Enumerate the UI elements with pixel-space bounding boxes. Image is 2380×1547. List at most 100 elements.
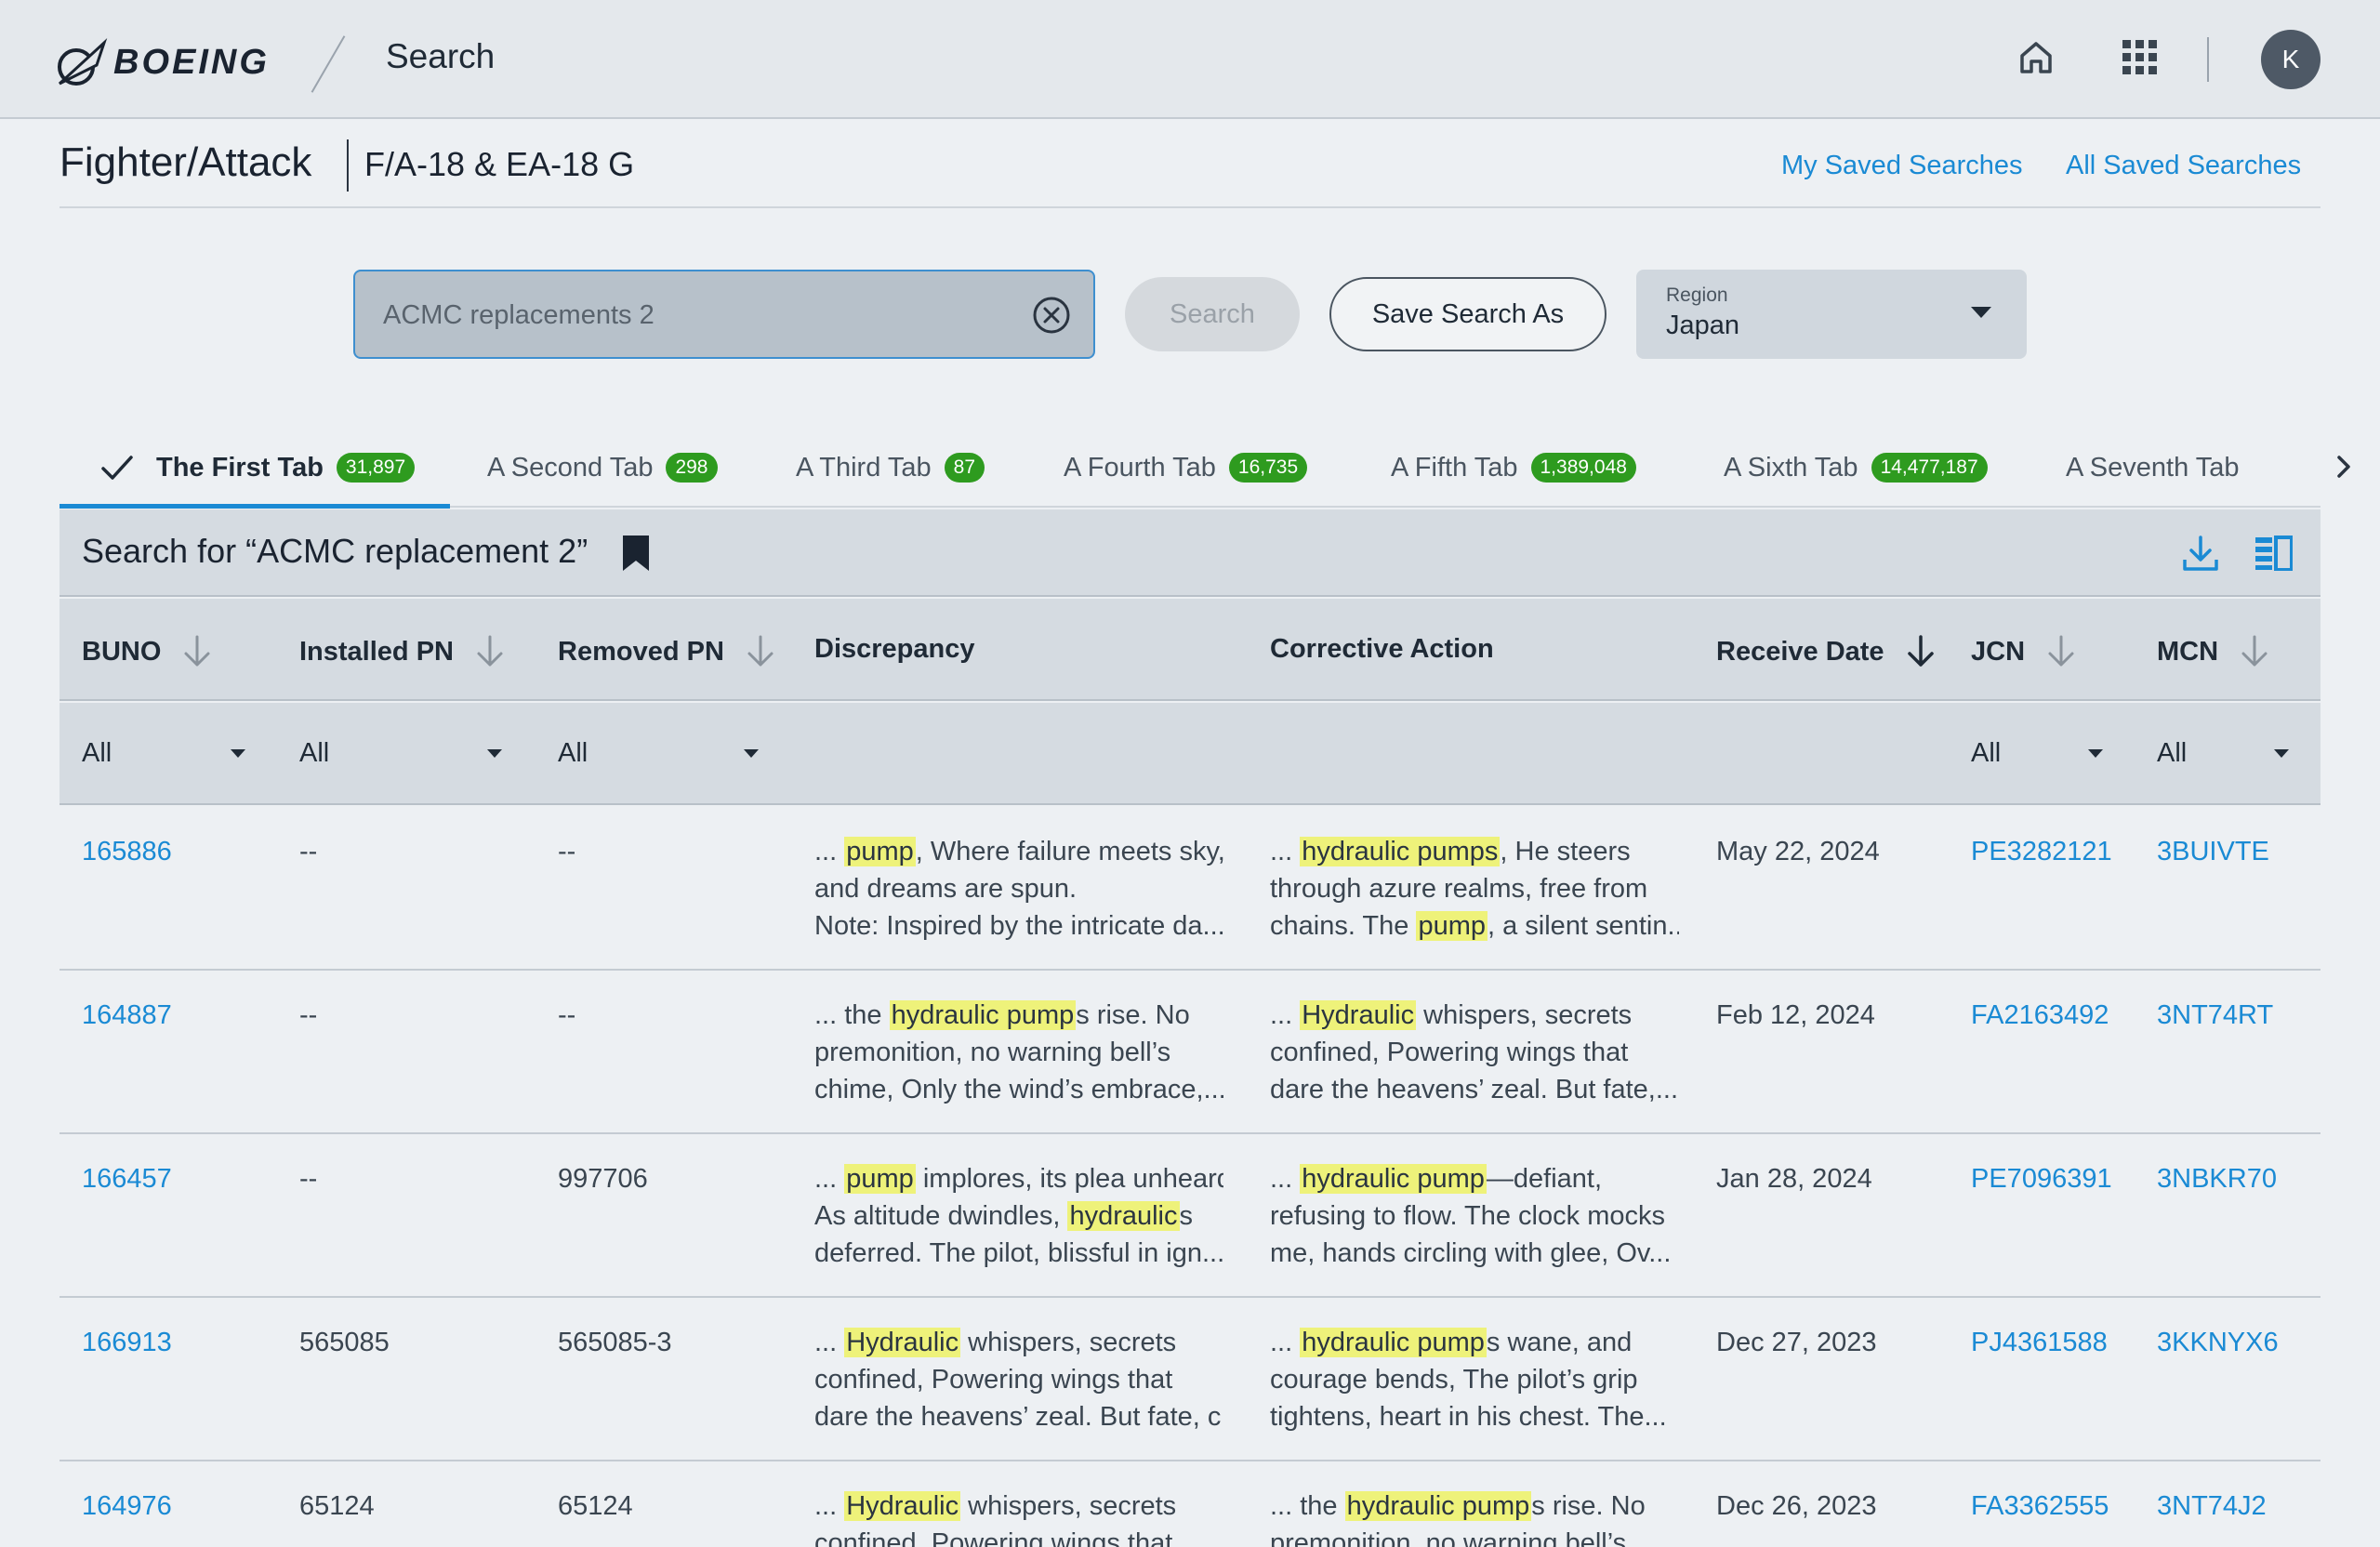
text-fragment: and dreams are spun. [814,874,1078,904]
mcn-link[interactable]: 3NT74J2 [2157,1488,2267,1525]
mcn-filter[interactable]: All [2157,738,2187,772]
search-box[interactable] [353,270,1095,359]
text-fragment: , a silent sentin... [1488,911,1679,941]
buno-link[interactable]: 164887 [82,997,172,1034]
logo-wordmark: BOEING [113,43,270,82]
table-row[interactable]: 166457 -- 997706 ... pump implores, its … [60,1134,2320,1298]
buno-link[interactable]: 165886 [82,833,172,870]
header-divider [60,206,2320,208]
text-fragment: implores, its plea unheard, [915,1164,1223,1194]
filter-row: All All All All All [60,703,2320,805]
column-header-buno[interactable]: BUNO [82,634,213,669]
tab-sixth[interactable]: A Sixth Tab 14,477,187 [1724,428,1988,508]
column-header-corrective-action[interactable]: Corrective Action [1270,634,1494,665]
save-search-as-button[interactable]: Save Search As [1329,277,1606,351]
columns-icon[interactable] [2255,536,2293,571]
column-header-mcn[interactable]: MCN [2157,634,2270,669]
bookmark-icon[interactable] [621,534,651,573]
mcn-link[interactable]: 3BUIVTE [2157,833,2269,870]
removed-pn: 65124 [558,1491,633,1521]
tab-seventh[interactable]: A Seventh Tab [2066,428,2240,508]
jcn-filter[interactable]: All [1971,738,2001,772]
caret-down-icon[interactable] [2274,749,2289,758]
sort-arrow-icon[interactable] [181,634,213,669]
mcn-link[interactable]: 3NT74RT [2157,997,2273,1034]
tab-first[interactable]: The First Tab 31,897 [99,428,416,508]
search-input[interactable] [383,296,997,335]
table-row[interactable]: 165886 -- -- ... pump, Where failure mee… [60,807,2320,971]
all-saved-searches-link[interactable]: All Saved Searches [2066,151,2301,181]
caret-down-icon[interactable] [231,749,245,758]
avatar[interactable]: K [2261,30,2320,89]
column-header-discrepancy[interactable]: Discrepancy [814,634,975,665]
search-highlight: hydraulic pumps [1300,837,1501,866]
home-icon[interactable] [2017,39,2055,76]
buno-filter[interactable]: All [82,738,112,772]
caret-down-icon[interactable] [487,749,502,758]
text-line: ... hydraulic pump—defiant, [1270,1160,1679,1197]
jcn-link[interactable]: FA3362555 [1971,1488,2109,1525]
tab-label: A Seventh Tab [2066,452,2240,483]
sort-arrow-icon[interactable] [745,634,776,669]
column-header-jcn[interactable]: JCN [1971,634,2077,669]
tab-fourth[interactable]: A Fourth Tab 16,735 [1064,428,1308,508]
table-row[interactable]: 166913 565085 565085-3 ... Hydraulic whi… [60,1298,2320,1461]
download-icon[interactable] [2181,534,2220,573]
text-fragment: s wane, and [1486,1328,1633,1357]
buno-link[interactable]: 164976 [82,1488,172,1525]
chevron-right-icon[interactable] [2325,448,2362,485]
column-label: BUNO [82,636,162,667]
text-fragment: chains. The [1270,911,1417,941]
clear-search-icon[interactable] [1032,296,1071,335]
installed-pn-filter[interactable]: All [299,738,329,772]
buno-link[interactable]: 166457 [82,1160,172,1197]
corrective-action-text: ... the hydraulic pumps rise. No premonit… [1270,1488,1679,1547]
column-header-installed-pn[interactable]: Installed PN [299,634,506,669]
caret-down-icon [1971,307,1991,318]
search-highlight: Hydraulic [844,1491,961,1521]
search-highlight: hydraulic pump [1300,1328,1487,1357]
text-line: ... Hydraulic whispers, secrets [814,1324,1223,1361]
text-fragment: Note: Inspired by the intricate da... [814,911,1223,941]
active-tab-indicator [60,504,450,509]
sort-arrow-icon[interactable] [474,634,506,669]
search-button[interactable]: Search [1125,277,1300,351]
jcn-link[interactable]: PE7096391 [1971,1160,2112,1197]
table-row[interactable]: 164887 -- -- ... the hydraulic pumps ris… [60,971,2320,1134]
text-fragment: whispers, secrets [960,1328,1177,1357]
tab-label: A Fourth Tab [1064,452,1216,483]
text-fragment: premonition, no warning bell’s [814,1038,1171,1067]
apps-grid-icon[interactable] [2122,40,2158,75]
my-saved-searches-link[interactable]: My Saved Searches [1781,151,2023,181]
column-header-receive-date[interactable]: Receive Date [1716,634,1937,669]
text-line: tightens, heart in his chest. The... [1270,1398,1679,1435]
text-line: ... the hydraulic pumps rise. No [1270,1488,1679,1525]
tab-third[interactable]: A Third Tab 87 [796,428,985,508]
mcn-link[interactable]: 3NBKR70 [2157,1160,2277,1197]
jcn-link[interactable]: PJ4361588 [1971,1324,2108,1361]
text-fragment: ... [814,1164,845,1194]
column-label: Receive Date [1716,636,1884,667]
text-line: through azure realms, free from [1270,870,1679,907]
sort-arrow-active-icon[interactable] [1905,634,1937,669]
tab-fifth[interactable]: A Fifth Tab 1,389,048 [1391,428,1636,508]
region-select[interactable]: Region Japan [1636,270,2027,359]
column-header-removed-pn[interactable]: Removed PN [558,634,776,669]
text-fragment: ... [1270,837,1301,866]
sort-arrow-icon[interactable] [2239,634,2270,669]
text-line: ... the hydraulic pumps rise. No [814,997,1223,1034]
mcn-link[interactable]: 3KKNYX6 [2157,1324,2279,1361]
caret-down-icon[interactable] [2088,749,2103,758]
caret-down-icon[interactable] [744,749,759,758]
search-highlight: hydraulic pump [1300,1164,1487,1194]
table-row[interactable]: 164976 65124 65124 ... Hydraulic whisper… [60,1461,2320,1547]
tab-second[interactable]: A Second Tab 298 [487,428,718,508]
removed-pn-filter[interactable]: All [558,738,588,772]
sort-arrow-icon[interactable] [2045,634,2077,669]
boeing-logo[interactable]: BOEING [56,37,298,93]
jcn-link[interactable]: PE3282121 [1971,833,2112,870]
text-line: dare the heavens’ zeal. But fate, c... [814,1398,1223,1435]
text-fragment: , Where failure meets sky, [915,837,1223,866]
buno-link[interactable]: 166913 [82,1324,172,1361]
jcn-link[interactable]: FA2163492 [1971,997,2109,1034]
